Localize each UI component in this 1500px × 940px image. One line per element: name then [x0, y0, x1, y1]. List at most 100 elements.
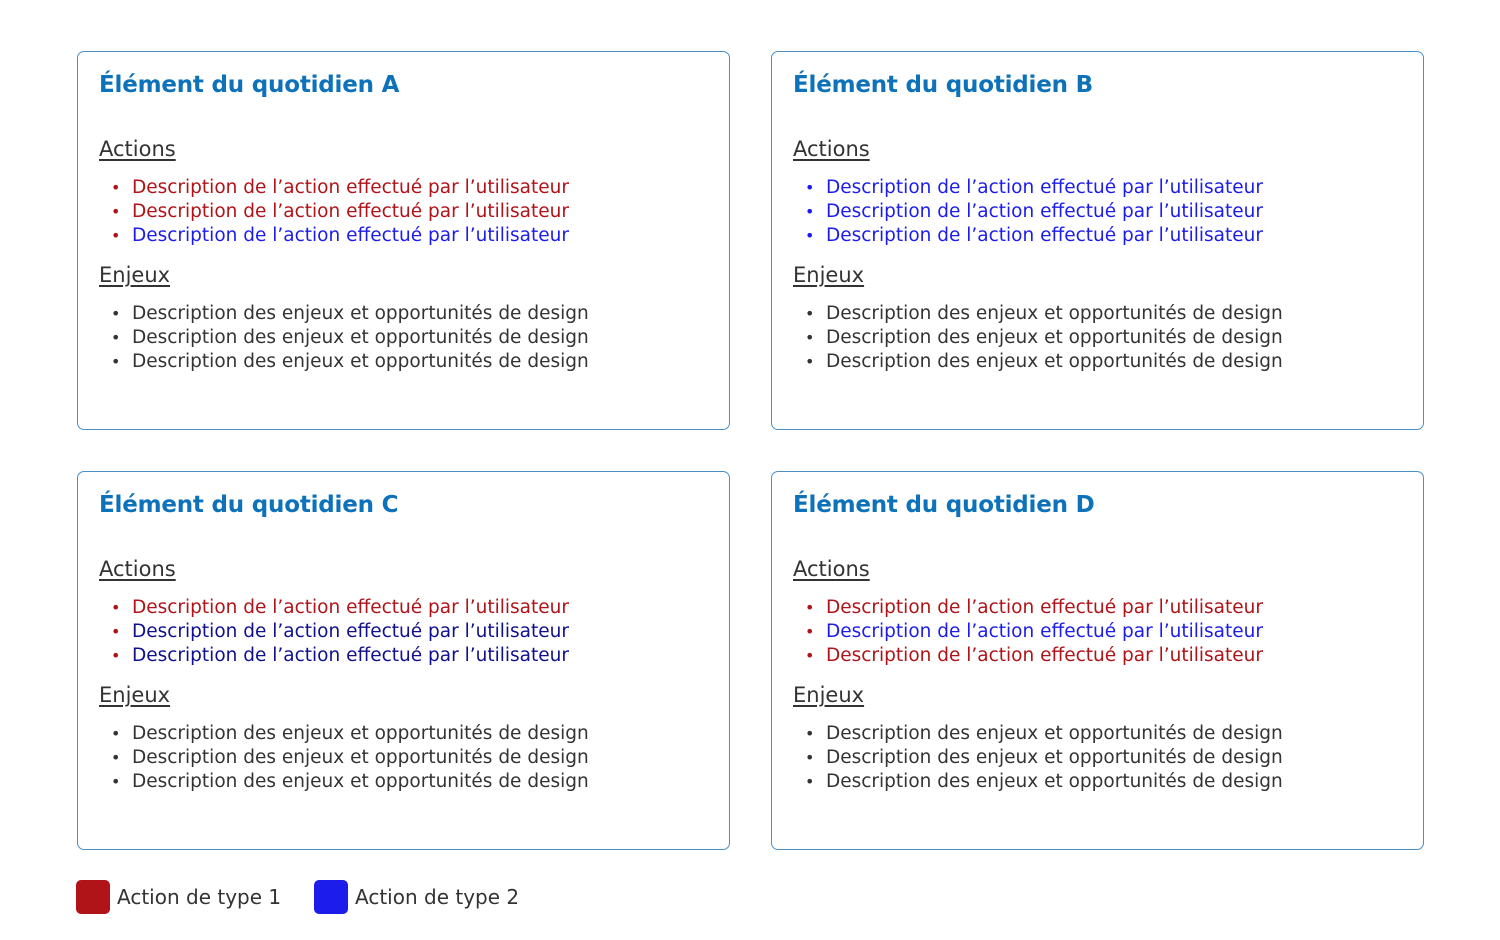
- bullet: •: [805, 622, 815, 641]
- enjeu-item: • Description des enjeux et opportunités …: [805, 722, 1283, 746]
- enjeu-text: Description des enjeux et opportunités d…: [132, 771, 589, 792]
- enjeux-heading: Enjeux: [793, 683, 865, 707]
- action-item: • Description de l’action effectué par l’…: [805, 644, 1263, 668]
- actions-heading: Actions: [99, 557, 176, 581]
- bullet: •: [805, 352, 815, 371]
- bullet: •: [805, 202, 815, 221]
- enjeu-text: Description des enjeux et opportunités d…: [826, 327, 1283, 348]
- bullet: •: [111, 304, 121, 323]
- bullet: •: [805, 772, 815, 791]
- enjeu-text: Description des enjeux et opportunités d…: [826, 771, 1283, 792]
- bullet: •: [805, 598, 815, 617]
- enjeu-item: • Description des enjeux et opportunités …: [805, 350, 1283, 374]
- enjeux-heading: Enjeux: [99, 683, 171, 707]
- bullet: •: [111, 328, 121, 347]
- action-item: • Description de l’action effectué par l’…: [111, 200, 569, 224]
- card-title: Élément du quotidien C: [99, 492, 399, 518]
- bullet: •: [111, 202, 121, 221]
- actions-list: • Description de l’action effectué par l’…: [111, 596, 569, 668]
- action-text: Description de l’action effectué par l’u…: [826, 597, 1263, 618]
- action-text: Description de l’action effectué par l’u…: [132, 621, 569, 642]
- enjeu-item: • Description des enjeux et opportunités …: [111, 326, 589, 350]
- enjeu-text: Description des enjeux et opportunités d…: [132, 303, 589, 324]
- action-text: Description de l’action effectué par l’u…: [132, 645, 569, 666]
- bullet: •: [111, 622, 121, 641]
- card-title: Élément du quotidien D: [793, 492, 1095, 518]
- enjeu-item: • Description des enjeux et opportunités …: [805, 770, 1283, 794]
- actions-heading: Actions: [793, 557, 870, 581]
- card-element-b: Élément du quotidien B Actions • Descript…: [771, 51, 1424, 430]
- bullet: •: [805, 304, 815, 323]
- actions-list: • Description de l’action effectué par l’…: [805, 596, 1263, 668]
- actions-list: • Description de l’action effectué par l’…: [111, 176, 569, 248]
- action-text: Description de l’action effectué par l’u…: [132, 225, 569, 246]
- action-text: Description de l’action effectué par l’u…: [826, 177, 1263, 198]
- enjeux-heading: Enjeux: [793, 263, 865, 287]
- action-item: • Description de l’action effectué par l’…: [111, 596, 569, 620]
- bullet: •: [111, 748, 121, 767]
- action-text: Description de l’action effectué par l’u…: [132, 201, 569, 222]
- bullet: •: [111, 178, 121, 197]
- actions-list: • Description de l’action effectué par l’…: [805, 176, 1263, 248]
- legend-swatch-type-1: [76, 880, 110, 914]
- enjeu-text: Description des enjeux et opportunités d…: [826, 747, 1283, 768]
- enjeux-heading: Enjeux: [99, 263, 171, 287]
- legend-item-type-1: Action de type 1: [76, 880, 281, 914]
- bullet: •: [111, 646, 121, 665]
- legend-label-type-1: Action de type 1: [117, 885, 282, 909]
- enjeu-text: Description des enjeux et opportunités d…: [826, 351, 1283, 372]
- action-item: • Description de l’action effectué par l’…: [805, 596, 1263, 620]
- card-title: Élément du quotidien B: [793, 72, 1093, 98]
- action-text: Description de l’action effectué par l’u…: [826, 645, 1263, 666]
- bullet: •: [805, 226, 815, 245]
- enjeu-text: Description des enjeux et opportunités d…: [826, 303, 1283, 324]
- bullet: •: [805, 178, 815, 197]
- bullet: •: [805, 748, 815, 767]
- enjeu-item: • Description des enjeux et opportunités …: [111, 722, 589, 746]
- enjeux-list: • Description des enjeux et opportunités …: [805, 302, 1283, 374]
- enjeu-item: • Description des enjeux et opportunités …: [111, 746, 589, 770]
- enjeu-text: Description des enjeux et opportunités d…: [132, 747, 589, 768]
- enjeux-list: • Description des enjeux et opportunités …: [111, 302, 589, 374]
- action-item: • Description de l’action effectué par l’…: [805, 224, 1263, 248]
- legend-item-type-2: Action de type 2: [314, 880, 519, 914]
- actions-heading: Actions: [99, 137, 176, 161]
- legend-label-type-2: Action de type 2: [355, 885, 520, 909]
- action-item: • Description de l’action effectué par l’…: [111, 620, 569, 644]
- enjeux-list: • Description des enjeux et opportunités …: [111, 722, 589, 794]
- bullet: •: [111, 598, 121, 617]
- action-item: • Description de l’action effectué par l’…: [805, 176, 1263, 200]
- action-item: • Description de l’action effectué par l’…: [111, 224, 569, 248]
- card-element-d: Élément du quotidien D Actions • Descript…: [771, 471, 1424, 850]
- action-text: Description de l’action effectué par l’u…: [826, 621, 1263, 642]
- card-title: Élément du quotidien A: [99, 72, 400, 98]
- enjeu-text: Description des enjeux et opportunités d…: [132, 351, 589, 372]
- enjeux-list: • Description des enjeux et opportunités …: [805, 722, 1283, 794]
- action-item: • Description de l’action effectué par l’…: [805, 200, 1263, 224]
- enjeu-item: • Description des enjeux et opportunités …: [805, 302, 1283, 326]
- enjeu-item: • Description des enjeux et opportunités …: [805, 326, 1283, 350]
- card-element-a: Élément du quotidien A Actions • Descript…: [77, 51, 730, 430]
- bullet: •: [111, 724, 121, 743]
- bullet: •: [805, 724, 815, 743]
- bullet: •: [111, 352, 121, 371]
- bullet: •: [111, 226, 121, 245]
- action-text: Description de l’action effectué par l’u…: [826, 201, 1263, 222]
- actions-heading: Actions: [793, 137, 870, 161]
- card-element-c: Élément du quotidien C Actions • Descript…: [77, 471, 730, 850]
- enjeu-item: • Description des enjeux et opportunités …: [111, 770, 589, 794]
- action-item: • Description de l’action effectué par l’…: [111, 176, 569, 200]
- legend-swatch-type-2: [314, 880, 348, 914]
- action-text: Description de l’action effectué par l’u…: [132, 597, 569, 618]
- enjeu-text: Description des enjeux et opportunités d…: [826, 723, 1283, 744]
- bullet: •: [805, 646, 815, 665]
- enjeu-item: • Description des enjeux et opportunités …: [805, 746, 1283, 770]
- action-text: Description de l’action effectué par l’u…: [132, 177, 569, 198]
- action-item: • Description de l’action effectué par l’…: [805, 620, 1263, 644]
- action-text: Description de l’action effectué par l’u…: [826, 225, 1263, 246]
- bullet: •: [805, 328, 815, 347]
- enjeu-text: Description des enjeux et opportunités d…: [132, 723, 589, 744]
- bullet: •: [111, 772, 121, 791]
- enjeu-item: • Description des enjeux et opportunités …: [111, 302, 589, 326]
- enjeu-text: Description des enjeux et opportunités d…: [132, 327, 589, 348]
